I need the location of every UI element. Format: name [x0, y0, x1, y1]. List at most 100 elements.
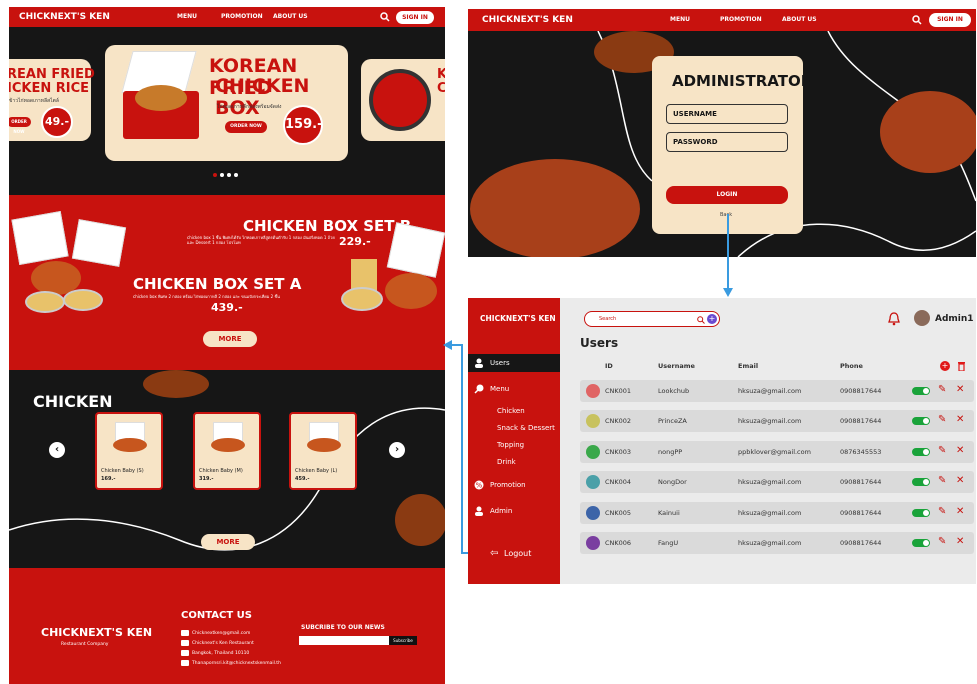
- sidebar-item-promotion[interactable]: % Promotion: [468, 478, 560, 492]
- logout-icon: ⇦: [490, 548, 499, 559]
- nav-about-link[interactable]: ABOUT US: [782, 16, 817, 23]
- promo-more-button[interactable]: MORE: [203, 331, 257, 347]
- search-icon[interactable]: [380, 12, 390, 22]
- active-toggle[interactable]: [912, 539, 930, 547]
- edit-icon[interactable]: ✎: [938, 414, 946, 425]
- table-row[interactable]: CNK002 PrinceZA hksuza@gmail.com 0908817…: [580, 410, 974, 432]
- cell-id: CNK002: [605, 417, 632, 425]
- sidebar-sub-topping[interactable]: Topping: [497, 441, 524, 449]
- chicken-more-button[interactable]: MORE: [201, 534, 255, 550]
- admin-name[interactable]: Admin1: [935, 314, 974, 324]
- newsletter-email-input[interactable]: [299, 636, 389, 645]
- hero-card-main[interactable]: KOREAN FRIED CHICKEN BOX ไก่ทอดเกาหลีกล่…: [105, 45, 348, 161]
- chicken-menu-section: CHICKEN ‹ › Chicken Baby (S) 169.- Chick…: [9, 370, 445, 568]
- svg-text:%: %: [476, 482, 483, 490]
- promo-section: CHICKEN BOX SET B chicken box 1 ชิ้น พิเ…: [9, 195, 445, 370]
- nav-menu-link[interactable]: MENU: [670, 16, 690, 23]
- page-title: Users: [580, 336, 619, 350]
- hero-main-order-button[interactable]: ORDER NOW: [225, 121, 267, 133]
- delete-icon[interactable]: ✕: [956, 445, 964, 456]
- product-card[interactable]: Chicken Baby (M) 319.-: [193, 412, 261, 490]
- logout-button[interactable]: ⇦ Logout: [490, 548, 556, 562]
- sidebar-sub-chicken[interactable]: Chicken: [497, 407, 525, 415]
- sidebar-item-admin[interactable]: Admin: [468, 504, 560, 518]
- table-row[interactable]: CNK006 FangU hksuza@gmail.com 0908817644…: [580, 532, 974, 554]
- brand-logo[interactable]: CHICKNEXT'S KEN: [19, 12, 110, 22]
- set-a-title: CHICKEN BOX SET A: [133, 275, 302, 293]
- table-row[interactable]: CNK001 Lookchub hksuza@gmail.com 0908817…: [580, 380, 974, 402]
- sidebar-sub-snack[interactable]: Snack & Dessert: [497, 424, 555, 432]
- active-toggle[interactable]: [912, 448, 930, 456]
- admin-user-icon: [475, 506, 483, 516]
- carousel-dots[interactable]: [213, 173, 245, 179]
- edit-icon[interactable]: ✎: [938, 475, 946, 486]
- nav-promotion-link[interactable]: PROMOTION: [720, 16, 762, 23]
- active-toggle[interactable]: [912, 387, 930, 395]
- cell-id: CNK001: [605, 387, 632, 395]
- nav-promotion-link[interactable]: PROMOTION: [221, 13, 263, 20]
- mail-icon: [181, 640, 189, 646]
- product-card[interactable]: Chicken Baby (S) 169.-: [95, 412, 163, 490]
- search-icon[interactable]: [697, 316, 705, 324]
- set-a-price: 439.-: [211, 301, 243, 314]
- hero-prev-title-2: ICKEN RICE: [9, 81, 90, 96]
- sidebar-sub-drink[interactable]: Drink: [497, 458, 516, 466]
- carousel-next-button[interactable]: ›: [389, 442, 405, 458]
- carousel-prev-button[interactable]: ‹: [49, 442, 65, 458]
- hero-next-title-2: C: [437, 81, 445, 96]
- edit-icon[interactable]: ✎: [938, 445, 946, 456]
- delete-icon[interactable]: ✕: [956, 536, 964, 547]
- table-row[interactable]: CNK004 NongDor hksuza@gmail.com 09088176…: [580, 471, 974, 493]
- product-name: Chicken Baby (L): [295, 468, 338, 474]
- admin-sidebar: CHICKNEXT'S KEN Users Menu Chicken Snack…: [468, 298, 560, 584]
- username-field[interactable]: USERNAME: [666, 104, 788, 124]
- delete-icon[interactable]: ✕: [956, 414, 964, 425]
- avatar[interactable]: [914, 310, 930, 326]
- sidebar-item-menu[interactable]: Menu: [468, 382, 560, 396]
- mail-icon: [181, 660, 189, 666]
- nav-menu-link[interactable]: MENU: [177, 13, 197, 20]
- hero-card-next[interactable]: K C: [361, 59, 445, 141]
- delete-icon[interactable]: ✕: [956, 475, 964, 486]
- sidebar-item-label: Users: [490, 359, 510, 367]
- cell-phone: 0908817644: [840, 509, 882, 517]
- cell-id: CNK005: [605, 509, 632, 517]
- search-placeholder: Search: [599, 316, 617, 322]
- add-icon[interactable]: +: [707, 314, 717, 324]
- product-card[interactable]: Chicken Baby (L) 459.-: [289, 412, 357, 490]
- sidebar-item-label: Promotion: [490, 481, 526, 489]
- hero-main-sub: ไก่ทอดเกาหลีกล่องพร้อมจัดส่ง: [217, 104, 282, 110]
- search-bar[interactable]: Search +: [584, 311, 720, 327]
- delete-icon[interactable]: ✕: [956, 384, 964, 395]
- active-toggle[interactable]: [912, 417, 930, 425]
- nav-about-link[interactable]: ABOUT US: [273, 13, 308, 20]
- cell-username: PrinceZA: [658, 417, 687, 425]
- table-row[interactable]: CNK003 nongPP ppbklover@gmail.com 087634…: [580, 441, 974, 463]
- edit-icon[interactable]: ✎: [938, 536, 946, 547]
- hero-card-prev[interactable]: REAN FRIED ICKEN RICE ข้าวไก่ทอดเกาหลีสไ…: [9, 59, 95, 141]
- subscribe-button[interactable]: Subscribe: [389, 636, 417, 645]
- hero-prev-title: REAN FRIED: [9, 67, 95, 82]
- add-user-icon[interactable]: +: [940, 361, 950, 371]
- sign-in-button[interactable]: SIGN IN: [929, 13, 971, 27]
- brand-logo[interactable]: CHICKNEXT'S KEN: [482, 15, 573, 25]
- sidebar-item-users[interactable]: Users: [468, 354, 560, 372]
- edit-icon[interactable]: ✎: [938, 506, 946, 517]
- sign-in-button[interactable]: SIGN IN: [396, 11, 434, 24]
- active-toggle[interactable]: [912, 509, 930, 517]
- set-a-desc: chicken box พิเศษ 2 กล่อง พร้อม ไก่ทอดเก…: [133, 294, 280, 299]
- search-icon[interactable]: [912, 15, 922, 25]
- footer: CHICKNEXT'S KEN Restaurant Company CONTA…: [9, 568, 445, 684]
- bell-icon[interactable]: [888, 312, 900, 326]
- edit-icon[interactable]: ✎: [938, 384, 946, 395]
- wing-image-3: [880, 91, 976, 173]
- delete-icon[interactable]: ✕: [956, 506, 964, 517]
- trash-icon[interactable]: [957, 361, 966, 371]
- hero-next-title: K: [437, 67, 445, 82]
- password-field[interactable]: PASSWORD: [666, 132, 788, 152]
- active-toggle[interactable]: [912, 478, 930, 486]
- top-nav: CHICKNEXT'S KEN MENU PROMOTION ABOUT US …: [9, 7, 445, 27]
- table-row[interactable]: CNK005 Kainuii hksuza@gmail.com 09088176…: [580, 502, 974, 524]
- admin-brand: CHICKNEXT'S KEN: [480, 314, 556, 323]
- hero-prev-order-button[interactable]: ORDER NOW: [9, 117, 31, 134]
